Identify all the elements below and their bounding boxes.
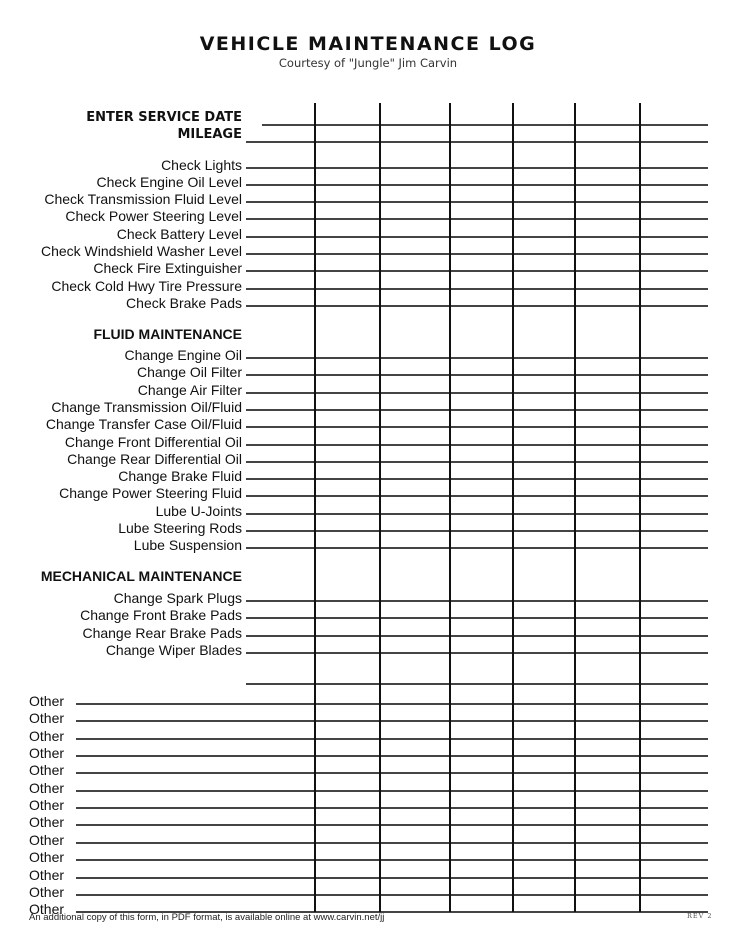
other-item-label: Other — [29, 693, 65, 709]
service-date-label: ENTER SERVICE DATE — [86, 110, 242, 125]
other-item-line[interactable] — [76, 755, 708, 757]
fluid-item-label: Lube Suspension — [133, 537, 242, 553]
form-subtitle: Courtesy of "Jungle" Jim Carvin — [278, 56, 458, 70]
service-column-divider — [512, 103, 514, 912]
fluid-item-label: Change Power Steering Fluid — [59, 485, 242, 501]
mechanical-item-label: Change Spark Plugs — [113, 590, 242, 606]
fluid-item-label: Change Front Differential Oil — [64, 434, 242, 450]
service-date-line[interactable] — [262, 124, 708, 126]
other-item-line[interactable] — [76, 859, 708, 861]
other-item-line[interactable] — [76, 738, 708, 740]
check-item-label: Check Cold Hwy Tire Pressure — [51, 278, 242, 294]
check-item-label: Check Transmission Fluid Level — [44, 191, 242, 207]
fluid-item-label: Change Oil Filter — [136, 364, 242, 380]
other-item-line[interactable] — [76, 790, 708, 792]
revision-label: REV 2 — [687, 912, 713, 920]
other-item-line[interactable] — [76, 703, 708, 705]
other-item-line[interactable] — [76, 807, 708, 809]
mechanical-item-label: Change Front Brake Pads — [80, 607, 242, 623]
check-item-label: Check Lights — [161, 157, 242, 173]
other-item-label: Other — [29, 762, 65, 778]
other-item-line[interactable] — [76, 772, 708, 774]
check-item-label: Check Power Steering Level — [65, 208, 242, 224]
fluid-item-label: Change Engine Oil — [124, 347, 242, 363]
fluid-item-label: Change Transmission Oil/Fluid — [51, 399, 242, 415]
fluid-section-heading: FLUID MAINTENANCE — [93, 326, 242, 342]
other-item-line[interactable] — [76, 894, 708, 896]
other-item-label: Other — [29, 797, 65, 813]
check-item-label: Check Battery Level — [116, 226, 242, 242]
other-item-line[interactable] — [76, 842, 708, 844]
other-item-label: Other — [29, 710, 65, 726]
fluid-item-label: Change Rear Differential Oil — [67, 451, 242, 467]
check-item-label: Check Windshield Washer Level — [40, 243, 242, 259]
fluid-item-label: Change Air Filter — [137, 382, 242, 398]
mileage-label: MILEAGE — [177, 127, 242, 142]
footer-note: An additional copy of this form, in PDF … — [29, 912, 385, 923]
other-item-label: Other — [29, 832, 65, 848]
other-item-label: Other — [29, 867, 65, 883]
other-item-label: Other — [29, 728, 65, 744]
mechanical-item-label: Change Rear Brake Pads — [82, 625, 242, 641]
fluid-item-label: Lube U-Joints — [155, 503, 242, 519]
service-column-divider — [379, 103, 381, 912]
mechanical-item-label: Change Wiper Blades — [105, 642, 242, 658]
other-item-label: Other — [29, 884, 65, 900]
service-column-divider — [449, 103, 451, 912]
other-item-label: Other — [29, 849, 65, 865]
check-item-label: Check Fire Extinguisher — [93, 260, 242, 276]
other-item-label: Other — [29, 780, 65, 796]
service-column-divider — [574, 103, 576, 912]
mechanical-section-heading: MECHANICAL MAINTENANCE — [40, 568, 242, 584]
other-item-line[interactable] — [76, 824, 708, 826]
fluid-item-label: Change Brake Fluid — [118, 468, 242, 484]
form-title: VEHICLE MAINTENANCE LOG — [199, 33, 537, 55]
other-item-label: Other — [29, 814, 65, 830]
other-item-line[interactable] — [76, 877, 708, 879]
check-item-label: Check Brake Pads — [126, 295, 242, 311]
fluid-item-label: Lube Steering Rods — [118, 520, 242, 536]
service-column-divider — [314, 103, 316, 912]
other-item-line[interactable] — [76, 720, 708, 722]
fluid-item-label: Change Transfer Case Oil/Fluid — [45, 416, 242, 432]
service-column-divider — [639, 103, 641, 912]
other-item-label: Other — [29, 745, 65, 761]
check-item-label: Check Engine Oil Level — [96, 174, 242, 190]
